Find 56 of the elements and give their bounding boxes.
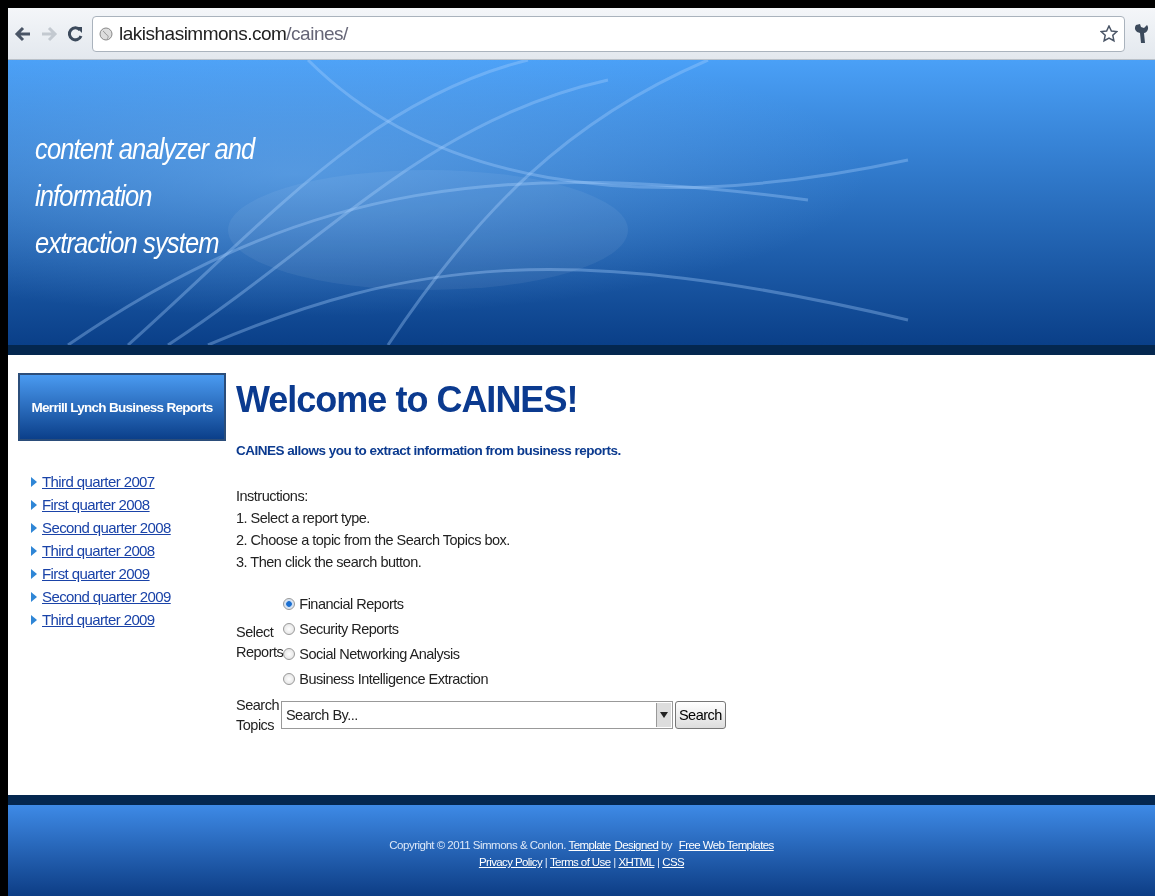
radio-button[interactable]: [283, 598, 296, 610]
instruction-text: Instructions:: [236, 488, 309, 504]
instruction-text: 3. Then click the search button.: [236, 554, 423, 570]
footer-link[interactable]: Template: [568, 839, 611, 851]
report-link[interactable]: Second quarter 2009: [42, 588, 171, 605]
footer-link[interactable]: CSS: [662, 856, 685, 868]
topics-label: Topics: [236, 716, 276, 735]
separator-text: |: [543, 856, 549, 868]
radio-label[interactable]: Business Intelligence Extraction: [299, 671, 488, 687]
separator-text: |: [656, 856, 661, 868]
star-icon[interactable]: [1100, 24, 1118, 43]
triangle-icon: [30, 613, 38, 626]
reports-label: Reports: [236, 642, 284, 662]
triangle-icon: [30, 590, 38, 603]
radio-button[interactable]: [283, 673, 296, 685]
topics-label: Search: [236, 696, 279, 715]
reports-label: Select: [236, 622, 275, 642]
radio-button[interactable]: [283, 648, 296, 660]
triangle-icon: [30, 475, 38, 488]
search-button[interactable]: Search: [674, 701, 726, 729]
footer-link[interactable]: Free Web Templates: [678, 839, 774, 851]
page-heading: Welcome to CAINES!: [236, 379, 579, 421]
intro-text: CAINES allows you to extract information from business reports.: [236, 443, 622, 458]
radio-label[interactable]: Security Reports: [299, 621, 399, 637]
topics-dropdown[interactable]: Search By...: [280, 701, 673, 729]
back-icon[interactable]: [14, 24, 32, 43]
radio-label[interactable]: Financial Reports: [299, 596, 404, 612]
report-link[interactable]: First quarter 2009: [42, 565, 150, 582]
report-link[interactable]: Third quarter 2009: [42, 611, 155, 628]
radio-label[interactable]: Social Networking Analysis: [299, 646, 460, 662]
footer-link[interactable]: XHTML: [618, 856, 655, 868]
tagline: content analyzer and: [35, 132, 257, 167]
globe-icon: [99, 26, 113, 41]
separator-text: |: [612, 856, 617, 868]
address-bar[interactable]: lakishasimmons.com/caines/: [92, 15, 1125, 52]
instruction-text: 1. Select a report type.: [236, 510, 371, 526]
tagline: extraction system: [35, 226, 220, 261]
triangle-icon: [30, 567, 38, 580]
report-link[interactable]: First quarter 2008: [42, 496, 150, 513]
caret-icon: [659, 712, 668, 718]
footer-link[interactable]: Designed: [614, 839, 659, 851]
tagline: information: [35, 179, 153, 214]
wrench-icon[interactable]: [1133, 22, 1149, 45]
reload-icon[interactable]: [66, 24, 84, 43]
footer-link[interactable]: Privacy Policy: [478, 856, 543, 868]
triangle-icon: [30, 521, 38, 534]
footer-link[interactable]: Terms of Use: [549, 856, 611, 868]
radio-button[interactable]: [283, 623, 296, 635]
report-link[interactable]: Third quarter 2007: [42, 473, 155, 490]
instruction-text: 2. Choose a topic from the Search Topics box.: [236, 532, 511, 548]
sidebar-title: Merrill Lynch Business Reports: [18, 373, 226, 441]
copyright-text: Copyright © 2011 Simmons & Conlon. Template Designed by Free Web Templates: [389, 839, 774, 851]
triangle-icon: [30, 498, 38, 511]
triangle-icon: [30, 544, 38, 557]
report-link[interactable]: Second quarter 2008: [42, 519, 171, 536]
report-link[interactable]: Third quarter 2008: [42, 542, 155, 559]
